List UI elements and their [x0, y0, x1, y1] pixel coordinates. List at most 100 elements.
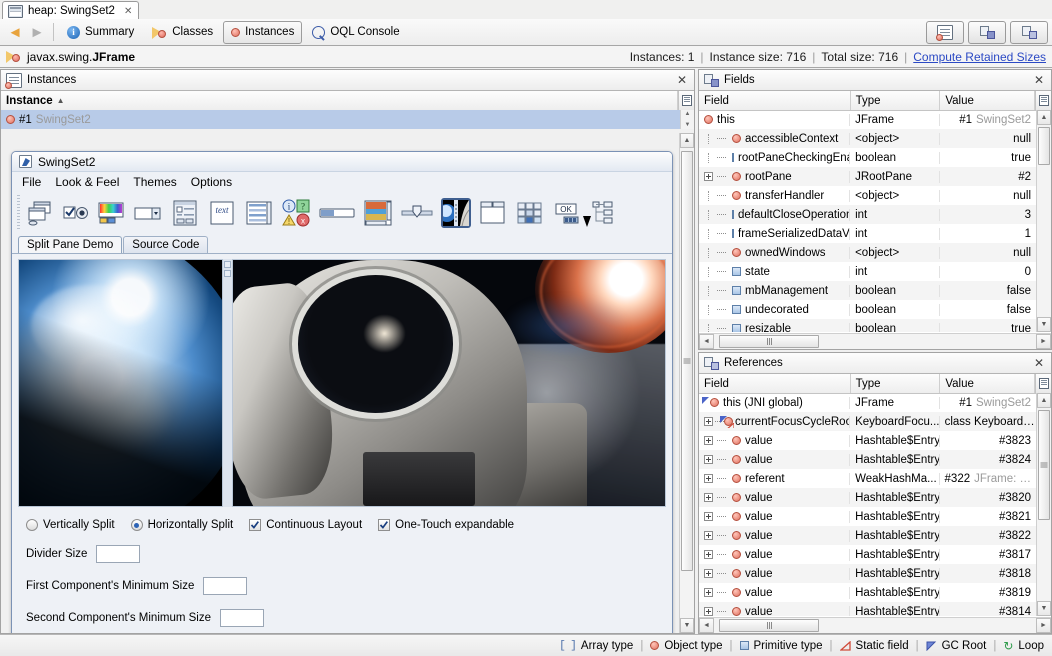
table-row[interactable]: referent WeakHashMa... #322 JFrame: …	[699, 469, 1036, 488]
scroll-left-button[interactable]: ◄	[699, 334, 714, 349]
checkbox-continuous-layout[interactable]: Continuous Layout	[249, 519, 362, 531]
radio-horizontally-split[interactable]: Horizontally Split	[130, 519, 233, 531]
back-button[interactable]: ◄	[4, 21, 26, 43]
column-chooser-button[interactable]	[1035, 91, 1051, 110]
table-row[interactable]: currentFocusCycleRoot KeyboardFocu... cl…	[699, 412, 1036, 431]
references-vertical-scrollbar[interactable]: ▲ ▼	[1036, 393, 1051, 616]
table-row[interactable]: ownedWindows <object> null	[699, 243, 1036, 262]
table-row[interactable]: value Hashtable$Entry #3823	[699, 431, 1036, 450]
scrollpane-demo-icon[interactable]	[363, 198, 393, 228]
menu-themes[interactable]: Themes	[133, 175, 176, 189]
table-row[interactable]: #1 SwingSet2 ▲ ▼	[1, 110, 694, 129]
expand-icon[interactable]	[704, 531, 713, 540]
scroll-right-button[interactable]: ►	[1036, 618, 1051, 633]
fields-vertical-scrollbar[interactable]: ▲ ▼	[1036, 110, 1051, 332]
expand-icon[interactable]	[704, 493, 713, 502]
internal-frame-demo-icon[interactable]	[26, 198, 56, 228]
expand-icon[interactable]	[704, 474, 713, 483]
scroll-down-button[interactable]: ▼	[1037, 601, 1051, 616]
divider-size-input[interactable]	[96, 545, 141, 563]
table-row[interactable]: accessibleContext <object> null	[699, 129, 1036, 148]
close-icon[interactable]: ✕	[124, 6, 132, 17]
table-row[interactable]: defaultCloseOperation int 3	[699, 205, 1036, 224]
table-row[interactable]: frameSerializedDataVer: int 1	[699, 224, 1036, 243]
menu-file[interactable]: File	[22, 175, 41, 189]
scroll-up-button[interactable]: ▲	[1037, 393, 1051, 408]
split-pane-divider[interactable]	[223, 259, 232, 507]
tab-source-code[interactable]: Source Code	[123, 236, 209, 253]
column-header-value[interactable]: Value	[940, 91, 1036, 110]
button-demo-icon[interactable]	[63, 198, 89, 228]
table-row[interactable]: undecorated boolean false	[699, 300, 1036, 319]
scroll-down-button[interactable]: ▼	[680, 618, 694, 633]
split-pane-demo-icon[interactable]	[441, 198, 471, 228]
fields-horizontal-scrollbar[interactable]: ◄ ►	[699, 333, 1051, 349]
table-row[interactable]: mbManagement boolean false	[699, 281, 1036, 300]
tabbed-pane-demo-icon[interactable]	[478, 198, 508, 228]
instances-scrollbar-stub[interactable]: ▲ ▼	[680, 110, 694, 129]
column-header-field[interactable]: Field	[699, 91, 851, 110]
menu-look-and-feel[interactable]: Look & Feel	[55, 175, 119, 189]
combobox-demo-icon[interactable]	[133, 198, 163, 228]
swingset2-window[interactable]: SwingSet2 File Look & Feel Themes Option…	[11, 151, 673, 633]
list-demo-icon[interactable]	[244, 198, 274, 228]
close-icon[interactable]: ✕	[1032, 73, 1046, 87]
table-row[interactable]: rootPaneCheckingEnabl boolean true	[699, 148, 1036, 167]
expand-icon[interactable]	[704, 550, 713, 559]
table-row[interactable]: value Hashtable$Entry #3814	[699, 602, 1036, 616]
second-min-size-input[interactable]	[220, 609, 264, 627]
table-row[interactable]: value Hashtable$Entry #3824	[699, 450, 1036, 469]
close-icon[interactable]: ✕	[675, 73, 689, 87]
fields-hscroll-thumb[interactable]	[719, 335, 819, 348]
preview-vertical-scrollbar[interactable]: ▲ ▼	[679, 133, 694, 633]
table-row[interactable]: value Hashtable$Entry #3820	[699, 488, 1036, 507]
fields-view-button[interactable]	[968, 20, 1006, 44]
expand-icon[interactable]	[704, 436, 713, 445]
html-demo-icon[interactable]: text	[207, 198, 237, 228]
table-row[interactable]: value Hashtable$Entry #3822	[699, 526, 1036, 545]
radio-vertically-split[interactable]: Vertically Split	[26, 519, 115, 531]
menu-options[interactable]: Options	[191, 175, 232, 189]
table-row[interactable]: value Hashtable$Entry #3821	[699, 507, 1036, 526]
preview-scroll-thumb[interactable]	[681, 151, 693, 571]
table-row[interactable]: this (JNI global) JFrame #1 SwingSet2	[699, 393, 1036, 412]
table-row[interactable]: this JFrame #1 SwingSet2	[699, 110, 1036, 129]
references-hscroll-thumb[interactable]	[719, 619, 819, 632]
expand-icon[interactable]	[704, 588, 713, 597]
color-chooser-demo-icon[interactable]	[96, 198, 126, 228]
table-row[interactable]: transferHandler <object> null	[699, 186, 1036, 205]
scroll-down-button[interactable]: ▼	[1037, 317, 1051, 332]
column-header-type[interactable]: Type	[851, 374, 941, 393]
compute-retained-sizes-link[interactable]: Compute Retained Sizes	[913, 50, 1046, 64]
column-header-field[interactable]: Field	[699, 374, 851, 393]
references-view-button[interactable]	[1010, 20, 1048, 44]
expand-icon[interactable]	[704, 172, 713, 181]
checkbox-one-touch-expandable[interactable]: One-Touch expandable	[378, 519, 514, 531]
references-horizontal-scrollbar[interactable]: ◄ ►	[699, 617, 1051, 633]
table-row[interactable]: value Hashtable$Entry #3818	[699, 564, 1036, 583]
fields-scroll-thumb[interactable]	[1038, 127, 1050, 165]
column-header-type[interactable]: Type	[851, 91, 941, 110]
scroll-right-button[interactable]: ►	[1036, 334, 1051, 349]
option-pane-demo-icon[interactable]: i ? ! x	[281, 198, 311, 228]
expand-icon[interactable]	[704, 607, 713, 616]
scroll-up-button[interactable]: ▲	[680, 133, 694, 148]
instances-view-button[interactable]	[926, 20, 964, 44]
slider-demo-icon[interactable]	[400, 198, 434, 228]
table-row[interactable]: resizable boolean true	[699, 319, 1036, 332]
column-chooser-button[interactable]	[1035, 374, 1051, 393]
expand-icon[interactable]	[704, 455, 713, 464]
scroll-left-button[interactable]: ◄	[699, 618, 714, 633]
table-row[interactable]: value Hashtable$Entry #3819	[699, 583, 1036, 602]
table-demo-icon[interactable]	[515, 198, 545, 228]
tab-split-pane-demo[interactable]: Split Pane Demo	[18, 236, 123, 253]
expand-icon[interactable]	[704, 512, 713, 521]
references-scroll-thumb[interactable]	[1038, 410, 1050, 520]
table-row[interactable]: state int 0	[699, 262, 1036, 281]
scroll-up-button[interactable]: ▲	[1037, 110, 1051, 125]
first-min-size-input[interactable]	[203, 577, 248, 595]
file-chooser-demo-icon[interactable]	[170, 198, 200, 228]
table-row[interactable]: value Hashtable$Entry #3817	[699, 545, 1036, 564]
progressbar-demo-icon[interactable]	[318, 198, 356, 228]
tab-instances[interactable]: Instances	[223, 20, 303, 44]
